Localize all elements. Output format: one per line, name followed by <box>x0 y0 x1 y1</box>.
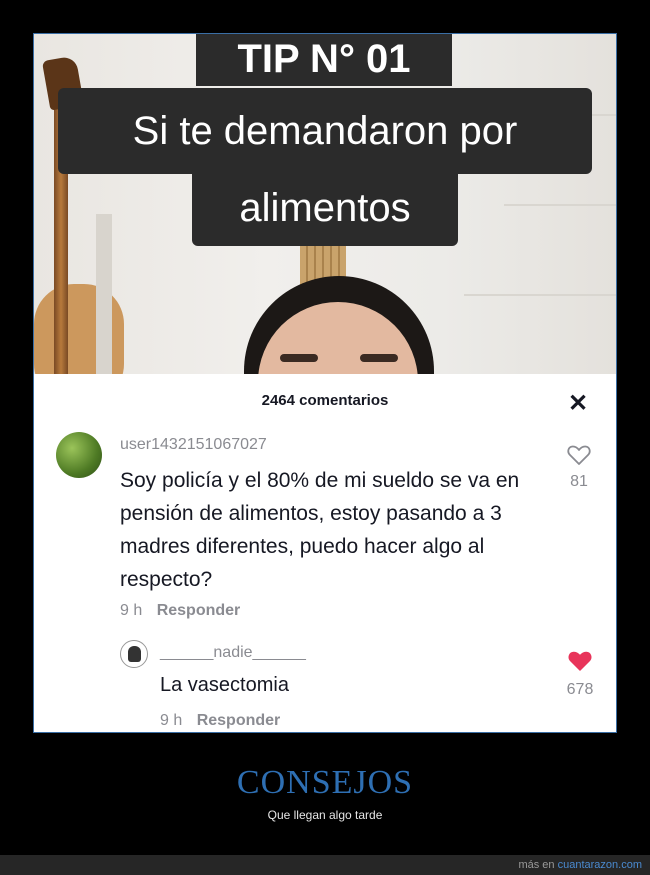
comments-count: 2464 comentarios <box>261 392 389 409</box>
meme-frame: TIP N° 01 Si te demandaron por alimentos… <box>33 33 617 733</box>
guitar-stand <box>96 214 112 374</box>
heart-filled-icon[interactable] <box>568 650 592 672</box>
like-count: 678 <box>566 681 594 698</box>
wall-line <box>504 204 616 206</box>
avatar[interactable] <box>56 432 102 478</box>
close-icon[interactable]: ✕ <box>566 392 590 416</box>
reply-button[interactable]: Responder <box>197 712 281 729</box>
comment-time: 9 h <box>120 602 143 619</box>
video-caption-line: alimentos <box>192 174 458 246</box>
source-prefix: más en <box>518 859 555 871</box>
wall-line <box>464 294 616 296</box>
like-count: 81 <box>570 473 588 490</box>
video-frame: TIP N° 01 Si te demandaron por alimentos <box>34 34 616 374</box>
comment-text: Soy policía y el 80% de mi sueldo se va … <box>120 469 520 591</box>
comments-panel: 2464 comentarios ✕ user1432151067027 Soy… <box>34 374 616 732</box>
video-caption-line: Si te demandaron por <box>58 88 592 174</box>
reply-username[interactable]: ______nadie______ <box>160 644 306 662</box>
person-eye <box>280 354 318 362</box>
reply-meta: 9 h Responder <box>160 712 280 730</box>
avatar[interactable] <box>120 640 148 668</box>
meme-subtitle: Que llegan algo tarde <box>267 808 383 822</box>
video-caption-title: TIP N° 01 <box>196 34 452 86</box>
person-eye <box>360 354 398 362</box>
like-button[interactable]: 81 <box>566 444 592 491</box>
reply-text: La vasectomia <box>160 674 289 696</box>
like-button[interactable]: 678 <box>562 650 598 699</box>
source-bar: más en cuantarazon.com <box>0 855 650 875</box>
comment-username[interactable]: user1432151067027 <box>120 436 267 454</box>
comment-meta: 9 h Responder <box>120 602 240 620</box>
reply-time: 9 h <box>160 712 183 729</box>
meme-title: CONSEJOS <box>236 764 414 801</box>
heart-outline-icon[interactable] <box>567 444 591 466</box>
source-link[interactable]: cuantarazon.com <box>558 859 642 871</box>
reply-button[interactable]: Responder <box>157 602 241 619</box>
